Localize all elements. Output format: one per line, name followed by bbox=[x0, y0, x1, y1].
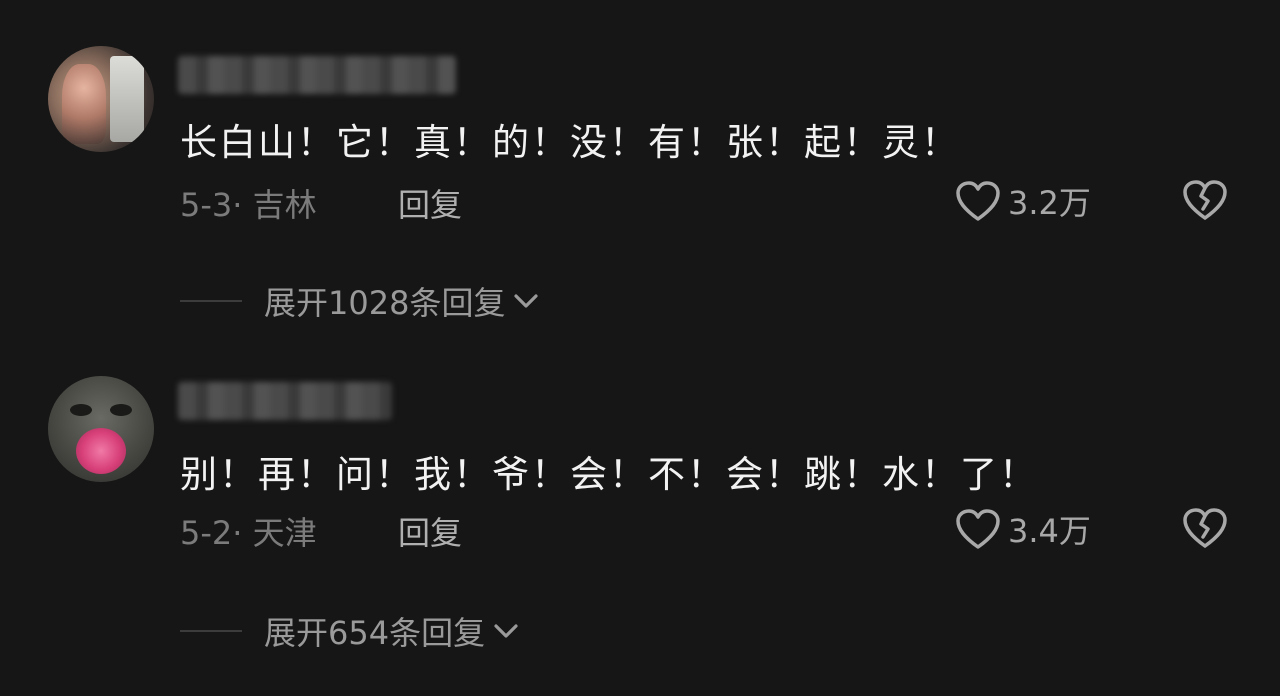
comment-text: 别！再！问！我！爷！会！不！会！跳！水！了！ bbox=[180, 453, 1038, 496]
like-button[interactable]: 3.2万 bbox=[954, 178, 1091, 224]
avatar-eye bbox=[70, 404, 92, 416]
heart-outline-icon bbox=[956, 181, 1000, 221]
avatar-lips bbox=[76, 428, 126, 474]
divider-line bbox=[180, 630, 242, 632]
divider-line bbox=[180, 300, 242, 302]
avatar[interactable] bbox=[48, 376, 154, 482]
reply-button[interactable]: 回复 bbox=[398, 180, 462, 226]
like-count: 3.4万 bbox=[1008, 512, 1091, 550]
avatar-background bbox=[110, 56, 144, 142]
broken-heart-icon bbox=[1183, 508, 1227, 548]
like-button[interactable]: 3.4万 bbox=[954, 506, 1091, 552]
username-blurred[interactable] bbox=[178, 56, 456, 94]
expand-label: 展开1028条回复 bbox=[264, 284, 506, 322]
like-count: 3.2万 bbox=[1008, 184, 1091, 222]
avatar-eye bbox=[110, 404, 132, 416]
avatar[interactable] bbox=[48, 46, 154, 152]
avatar-figure bbox=[62, 64, 106, 144]
comment-text: 长白山！它！真！的！没！有！张！起！灵！ bbox=[180, 121, 960, 164]
dislike-button[interactable] bbox=[1180, 176, 1230, 224]
comment-meta: 5-2· 天津 bbox=[180, 514, 317, 552]
heart-outline-icon bbox=[956, 509, 1000, 549]
dislike-button[interactable] bbox=[1180, 504, 1230, 552]
chevron-down-icon bbox=[494, 624, 518, 638]
comment-meta: 5-3· 吉林 bbox=[180, 186, 317, 224]
username-blurred[interactable] bbox=[178, 382, 392, 420]
reply-button[interactable]: 回复 bbox=[398, 508, 462, 554]
broken-heart-icon bbox=[1183, 180, 1227, 220]
expand-replies-button[interactable]: 展开1028条回复 bbox=[180, 278, 541, 324]
expand-label: 展开654条回复 bbox=[264, 614, 486, 652]
expand-replies-button[interactable]: 展开654条回复 bbox=[180, 608, 521, 654]
chevron-down-icon bbox=[514, 294, 539, 308]
